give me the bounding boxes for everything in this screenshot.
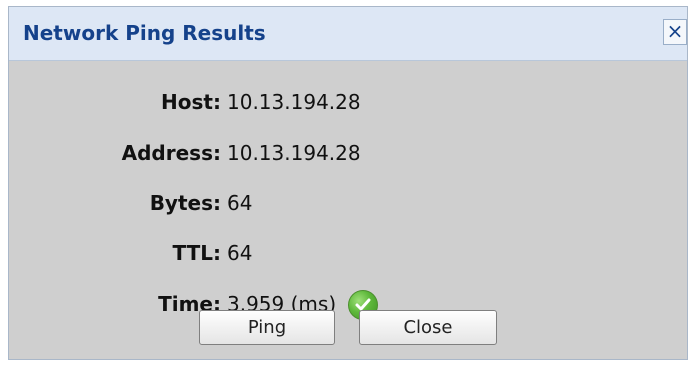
host-row: Host: 10.13.194.28 [9,88,429,116]
bytes-label: Bytes: [149,191,221,215]
address-row: Address: 10.13.194.28 [9,139,429,167]
ttl-label: TTL: [172,241,222,265]
ping-results-dialog: Network Ping Results × Host: 10.13.194.2… [8,6,688,360]
address-value: 10.13.194.28 [227,141,361,165]
ping-button[interactable]: Ping [199,310,335,345]
close-button[interactable]: Close [359,310,497,345]
dialog-title: Network Ping Results [23,21,266,45]
close-icon[interactable]: × [663,19,687,45]
host-value: 10.13.194.28 [227,90,361,114]
host-label: Host: [161,90,221,114]
address-label: Address: [121,141,221,165]
bytes-row: Bytes: 64 [9,189,429,217]
bytes-value: 64 [227,191,253,215]
dialog-titlebar: Network Ping Results × [9,7,687,61]
dialog-content: Host: 10.13.194.28 Address: 10.13.194.28… [9,61,687,359]
ttl-row: TTL: 64 [9,239,429,267]
ttl-value: 64 [227,241,253,265]
